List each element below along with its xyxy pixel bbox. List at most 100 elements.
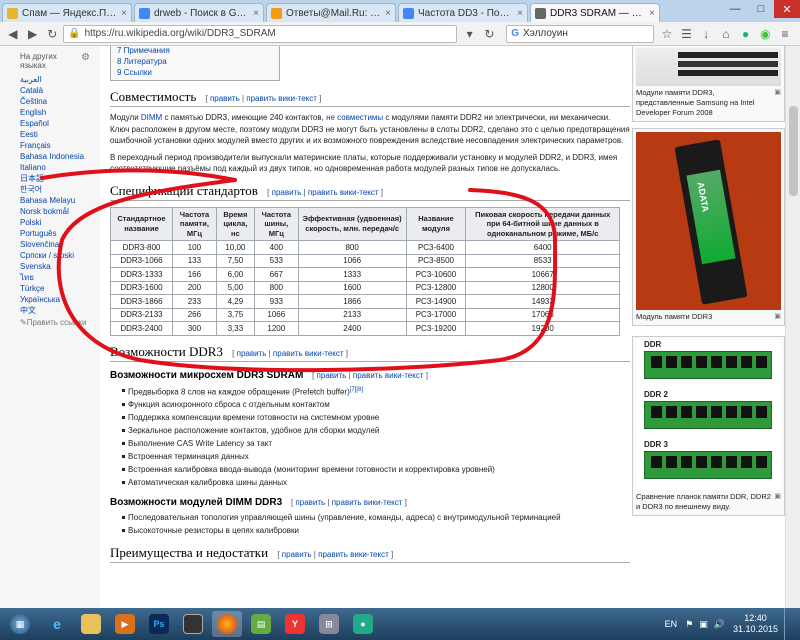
forward-icon[interactable]: ▶: [24, 25, 42, 43]
tab-close-icon[interactable]: ×: [649, 8, 655, 19]
scrollbar[interactable]: [785, 46, 800, 608]
tab-close-icon[interactable]: ×: [253, 8, 259, 19]
reload-icon[interactable]: ↻: [43, 25, 61, 43]
language-link[interactable]: Türkçe: [20, 283, 100, 294]
browser-tab-2[interactable]: Ответы@Mail.Ru: какая ча×: [266, 3, 396, 22]
module-feature-list: Последовательная топология управляющей ш…: [122, 511, 630, 537]
edit-link[interactable]: править: [317, 371, 347, 380]
tab-close-icon[interactable]: ×: [121, 8, 127, 19]
language-link[interactable]: Norsk bokmål: [20, 206, 100, 217]
edit-link[interactable]: править: [272, 188, 302, 197]
language-link[interactable]: Slovenčina: [20, 239, 100, 250]
close-window-button[interactable]: ✕: [774, 0, 800, 18]
download-icon[interactable]: ↓: [697, 25, 715, 43]
edit-link[interactable]: править: [210, 94, 240, 103]
browser-tab-3[interactable]: Частота DD3 - Поиск в Goo×: [398, 3, 528, 22]
enlarge-icon[interactable]: ▣: [774, 312, 781, 322]
edit-wiki-link[interactable]: править вики-текст: [273, 349, 344, 358]
taskbar-photoshop[interactable]: Ps: [144, 611, 174, 637]
edit-link[interactable]: править: [282, 550, 312, 559]
language-link[interactable]: English: [20, 107, 100, 118]
incompatible-link[interactable]: не совместимы: [326, 113, 383, 122]
taskbar-explorer[interactable]: [76, 611, 106, 637]
minimize-button[interactable]: —: [722, 0, 748, 18]
back-icon[interactable]: ◀: [4, 25, 22, 43]
table-header: Пиковая скорость передачи данных при 64-…: [465, 206, 620, 241]
samsung-modules-image[interactable]: [636, 48, 781, 86]
language-indicator[interactable]: EN: [665, 619, 678, 629]
browser-tab-4[interactable]: DDR3 SDRAM — Википедия×: [530, 3, 660, 22]
library-icon[interactable]: ☰: [678, 25, 696, 43]
language-link[interactable]: Polski: [20, 217, 100, 228]
language-link[interactable]: Português: [20, 228, 100, 239]
ddr-compare-image[interactable]: DDR DDR 2 DDR 3: [636, 340, 781, 490]
browser-tab-1[interactable]: drweb - Поиск в Google×: [134, 3, 264, 22]
edit-link[interactable]: править: [295, 498, 325, 507]
language-link[interactable]: Bahasa Melayu: [20, 195, 100, 206]
menu-icon[interactable]: ≡: [776, 25, 794, 43]
adata-module-image[interactable]: ADATA: [636, 132, 781, 310]
edit-link[interactable]: править: [237, 349, 267, 358]
toc-item[interactable]: 7 Примечания: [117, 46, 273, 56]
clock-date: 31.10.2015: [732, 624, 778, 634]
language-link[interactable]: Français: [20, 140, 100, 151]
network-icon[interactable]: ▣: [699, 619, 708, 630]
language-link[interactable]: Čeština: [20, 96, 100, 107]
scrollbar-thumb[interactable]: [789, 106, 798, 196]
url-bar[interactable]: 🔒 https://ru.wikipedia.org/wiki/DDR3_SDR…: [63, 24, 457, 43]
language-link[interactable]: العربية: [20, 74, 100, 85]
language-link[interactable]: Català: [20, 85, 100, 96]
maximize-button[interactable]: □: [748, 0, 774, 18]
clock[interactable]: 12:40 31.10.2015: [733, 613, 778, 635]
edit-wiki-link[interactable]: править вики-текст: [332, 498, 403, 507]
star-icon[interactable]: ☆: [658, 25, 676, 43]
search-bar[interactable]: G Хэллоуин: [506, 24, 654, 43]
language-link[interactable]: 中文: [20, 305, 100, 316]
list-item-text: Функция асинхронного сброса с отдельным …: [128, 400, 330, 410]
table-cell: 667: [253, 267, 299, 282]
edit-wiki-link[interactable]: править вики-текст: [353, 371, 424, 380]
taskbar-ie[interactable]: e: [42, 611, 72, 637]
edit-links[interactable]: ✎Править ссылки: [20, 318, 100, 327]
flag-icon[interactable]: ⚑: [685, 619, 693, 630]
language-link[interactable]: Italiano: [20, 162, 100, 173]
taskbar-stats[interactable]: ▤: [246, 611, 276, 637]
toc-item[interactable]: 9 Ссылки: [117, 67, 273, 78]
edit-wiki-link[interactable]: править вики-текст: [308, 188, 379, 197]
tab-close-icon[interactable]: ×: [385, 8, 391, 19]
taskbar-app[interactable]: ●: [348, 611, 378, 637]
home-icon[interactable]: ⌂: [717, 25, 735, 43]
volume-icon[interactable]: 🔊: [714, 619, 725, 630]
reference-link[interactable]: [7][8]: [350, 387, 363, 393]
language-link[interactable]: 日本語: [20, 173, 100, 184]
enlarge-icon[interactable]: ▣: [774, 492, 781, 502]
edit-wiki-link[interactable]: править вики-текст: [246, 94, 317, 103]
toc-item[interactable]: 8 Литература: [117, 56, 273, 67]
show-desktop-button[interactable]: [784, 608, 794, 640]
language-link[interactable]: Српски / srpski: [20, 250, 100, 261]
dropdown-icon[interactable]: ▾: [461, 25, 479, 43]
taskbar-media[interactable]: ▶: [110, 611, 140, 637]
language-link[interactable]: Svenska: [20, 261, 100, 272]
taskbar-yandex[interactable]: Y: [280, 611, 310, 637]
language-link[interactable]: Español: [20, 118, 100, 129]
language-link[interactable]: 한국어: [20, 184, 100, 195]
dimm-link[interactable]: DIMM: [141, 113, 162, 122]
taskbar-firefox[interactable]: [212, 611, 242, 637]
language-link[interactable]: ไทย: [20, 272, 100, 283]
taskbar-calc[interactable]: ⊞: [314, 611, 344, 637]
language-link[interactable]: Українська: [20, 294, 100, 305]
language-link[interactable]: Eesti: [20, 129, 100, 140]
edit-wiki-link[interactable]: править вики-текст: [318, 550, 389, 559]
start-button[interactable]: ▦: [2, 611, 38, 637]
taskbar-screen[interactable]: [178, 611, 208, 637]
addon-green-icon[interactable]: ◉: [757, 25, 775, 43]
language-link[interactable]: Bahasa Indonesia: [20, 151, 100, 162]
refresh-icon[interactable]: ↻: [481, 25, 499, 43]
browser-tab-0[interactable]: Спам — Яндекс.Почта ×: [2, 3, 132, 22]
gear-icon[interactable]: ⚙: [81, 52, 90, 70]
enlarge-icon[interactable]: ▣: [774, 88, 781, 98]
addon-icon[interactable]: ●: [737, 25, 755, 43]
list-item: Встроенная калибровка ввода-вывода (мони…: [122, 463, 630, 476]
tab-close-icon[interactable]: ×: [517, 8, 523, 19]
